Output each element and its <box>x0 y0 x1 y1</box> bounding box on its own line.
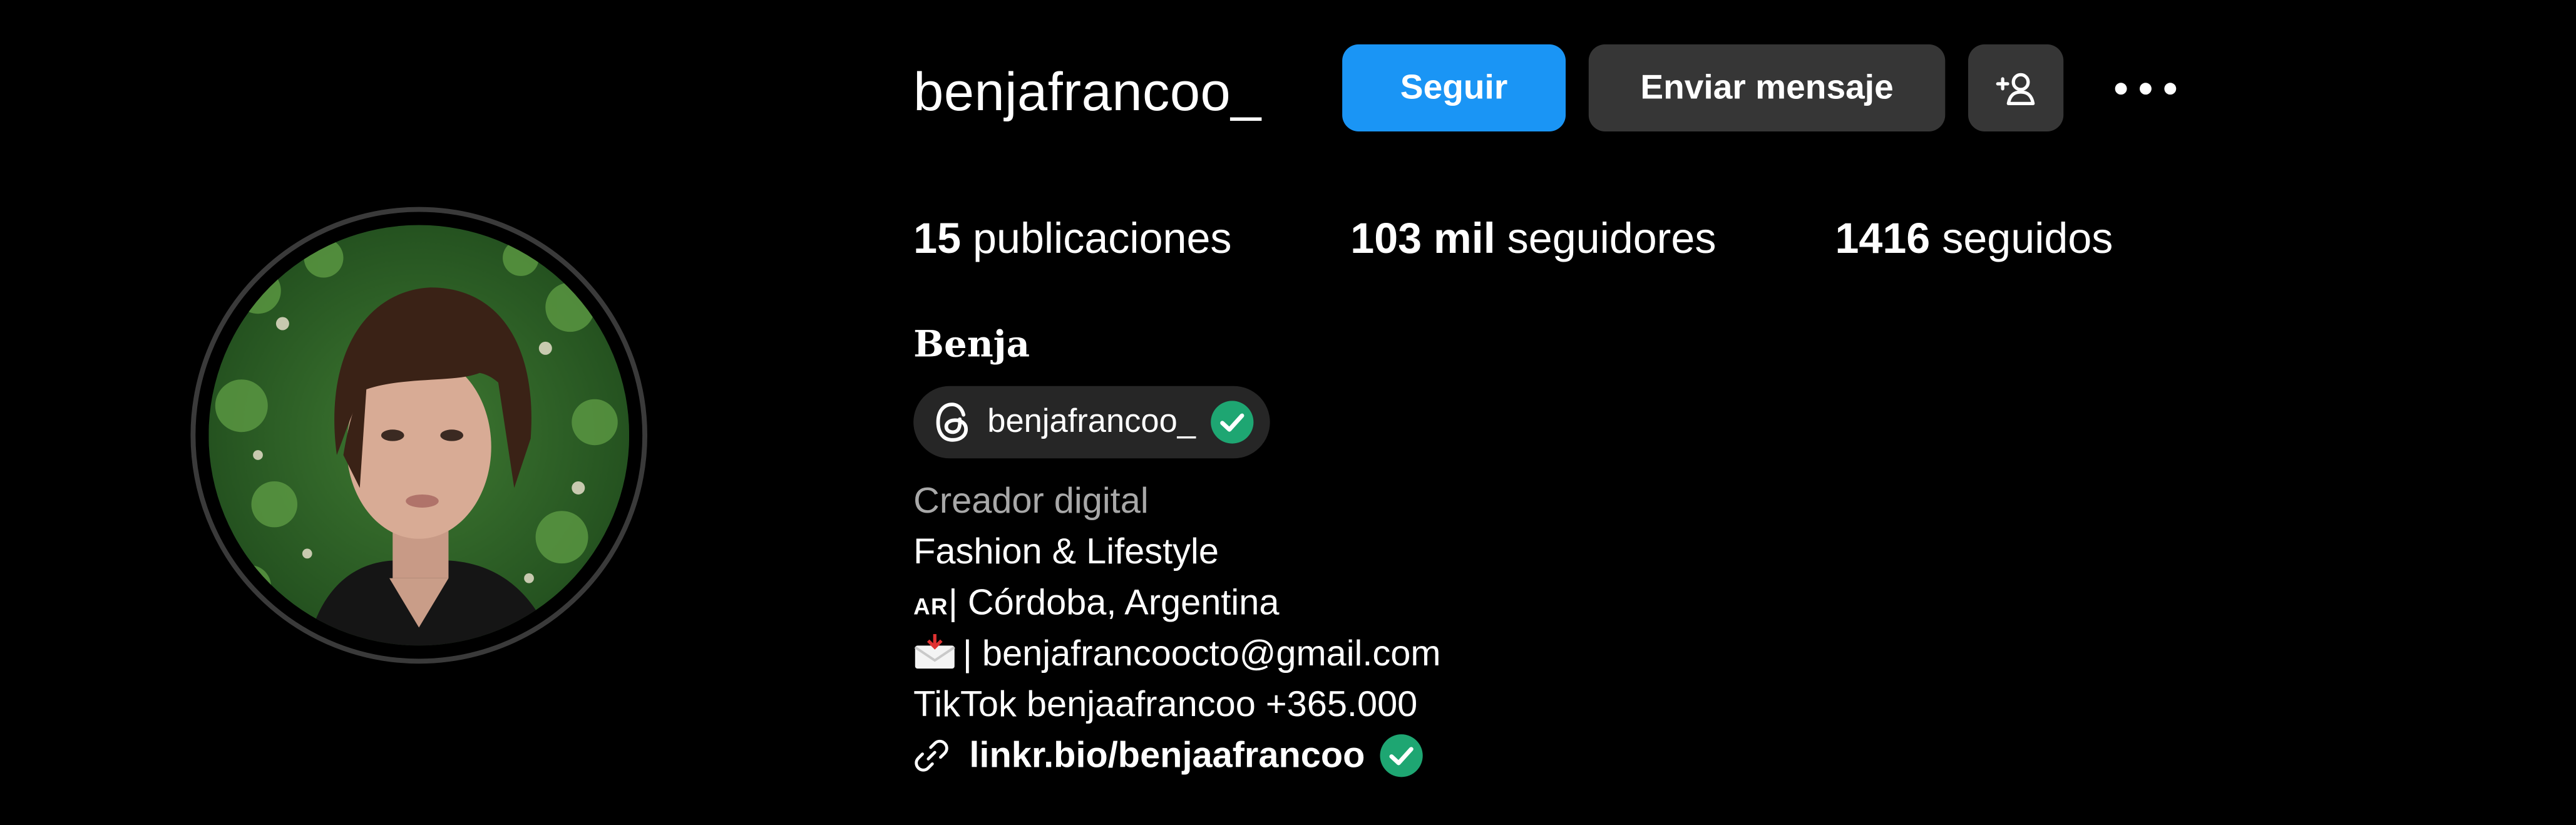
send-message-button[interactable]: Enviar mensaje <box>1588 44 1946 131</box>
argentina-flag-icon: AR <box>913 593 948 620</box>
profile-page: benjafrancoo_ Seguir Enviar mensaje 15 p… <box>0 0 2576 824</box>
following-count: 1416 <box>1835 213 1931 263</box>
avatar-image <box>208 225 630 646</box>
incoming-envelope-icon <box>914 634 955 669</box>
bio-link-row[interactable]: linkr.bio/benjaafrancoo <box>913 731 1424 781</box>
more-options-button[interactable] <box>2110 59 2182 118</box>
send-message-button-label: Enviar mensaje <box>1640 68 1894 106</box>
posts-label: publicaciones <box>973 213 1232 263</box>
bio-link[interactable]: linkr.bio/benjaafrancoo <box>969 731 1365 781</box>
following-stat[interactable]: 1416 seguidos <box>1835 210 2113 266</box>
threads-icon <box>936 402 968 442</box>
location-text: | Córdoba, Argentina <box>948 582 1280 623</box>
verified-badge-icon <box>1380 734 1423 777</box>
posts-count: 15 <box>913 213 962 263</box>
username: benjafrancoo_ <box>913 61 1261 122</box>
followers-label: seguidores <box>1507 213 1716 263</box>
follow-button-label: Seguir <box>1400 68 1508 106</box>
bio-line-tiktok: TikTok benjaafrancoo +365.000 <box>913 683 1418 725</box>
threads-handle: benjafrancoo_ <box>987 403 1196 440</box>
bio-line-email: | benjafrancoocto@gmail.com <box>913 629 1441 679</box>
followers-stat[interactable]: 103 mil seguidores <box>1350 210 1716 266</box>
full-name: Benja <box>913 324 1030 367</box>
follow-button[interactable]: Seguir <box>1342 44 1566 131</box>
following-label: seguidos <box>1942 213 2113 263</box>
add-person-icon <box>1996 72 2035 105</box>
verified-badge-icon <box>1210 401 1253 444</box>
bio-line-location: AR| Córdoba, Argentina <box>913 578 1279 631</box>
avatar[interactable] <box>208 225 630 646</box>
posts-stat: 15 publicaciones <box>913 210 1231 266</box>
link-icon <box>915 739 948 772</box>
threads-profile-link[interactable]: benjafrancoo_ <box>913 386 1270 459</box>
bio-line-description: Fashion & Lifestyle <box>913 530 1219 572</box>
followers-count: 103 mil <box>1350 213 1496 263</box>
email-text: | benjafrancoocto@gmail.com <box>962 632 1441 674</box>
more-options-icon <box>2115 83 2177 95</box>
profile-category: Creador digital <box>913 479 1149 521</box>
suggested-users-button[interactable] <box>1968 44 2064 131</box>
